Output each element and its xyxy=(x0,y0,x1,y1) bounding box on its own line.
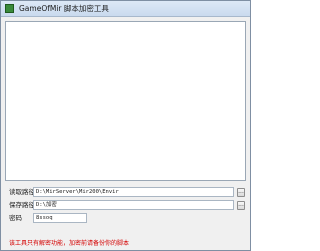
password-label: 密码 xyxy=(9,214,22,222)
password-input[interactable]: 8ssoq xyxy=(33,213,87,223)
title-bar[interactable]: GameOfMir 脚本加密工具 xyxy=(1,1,250,17)
save-path-input[interactable]: D:\加密 xyxy=(33,200,234,210)
app-window: GameOfMir 脚本加密工具 读取路径: D:\MirServer\Mir2… xyxy=(0,0,251,251)
warning-note: 该工具只有解密功能，加密前请备份你的脚本 xyxy=(9,240,130,247)
read-path-input[interactable]: D:\MirServer\Mir200\Envir xyxy=(33,187,234,197)
save-path-browse-button[interactable]: ... xyxy=(237,201,245,210)
output-log-area[interactable] xyxy=(5,21,246,181)
window-title: GameOfMir 脚本加密工具 xyxy=(19,4,109,13)
app-icon xyxy=(5,4,14,13)
read-path-browse-button[interactable]: ... xyxy=(237,188,245,197)
